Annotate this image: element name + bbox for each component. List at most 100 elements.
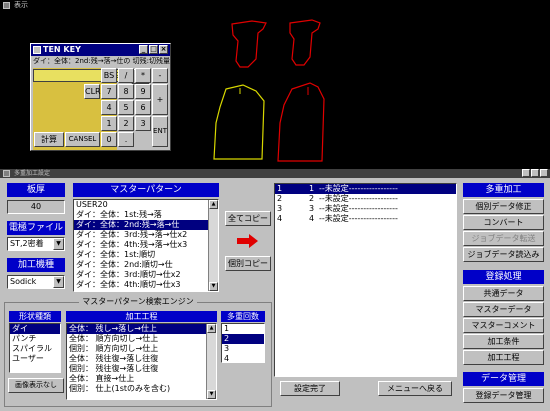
master-pattern-list[interactable]: USER20 ダイ：全体：1st:残→落 ダイ：全体：2nd:残→落→仕 ダイ：全体：… [73,199,219,292]
key-3[interactable]: 3 [135,116,151,131]
list-item[interactable]: ダイ [10,324,60,334]
list-item[interactable]: ダイ：全体：4th:残→落→仕x3 [74,240,218,250]
list-item[interactable]: 個別： 残往復→落し往復 [67,364,216,374]
copy-individual-button[interactable]: 個別コピー [225,256,271,271]
side-button[interactable]: 登録データ管理 [463,388,544,403]
list-item[interactable]: 個別： 仕上(1stのみを含む) [67,384,216,394]
close-button[interactable]: × [159,45,168,54]
tenkey-title: TEN KEY [43,45,81,54]
chevron-down-icon[interactable]: ▼ [53,238,64,250]
list-item[interactable]: ダイ：全体：3rd:残→落→仕x2 [74,230,218,240]
list-item[interactable]: ユーザー [10,354,60,364]
image-display-toggle-button[interactable]: 画像表示なし [8,378,64,393]
maximize-button[interactable]: □ [149,45,158,54]
back-to-menu-button[interactable]: メニューへ戻る [378,381,452,396]
side-button[interactable]: マスターデータ [463,302,544,317]
arrow-right-icon [237,234,258,248]
minimize-button[interactable] [522,169,530,177]
list-item[interactable]: ダイ：全体：2nd:順切→仕 [74,260,218,270]
red-punch-shape-right [289,19,321,66]
key-6[interactable]: 6 [135,100,151,115]
row-sub-number: 4 [309,214,315,223]
key-2[interactable]: 2 [118,116,134,131]
repeat-count-list[interactable]: 1234 [221,323,265,363]
key-enter[interactable]: ENT [152,116,168,147]
side-button[interactable]: 加工条件 [463,334,544,349]
calc-button[interactable]: 計算 [34,132,64,147]
list-item[interactable]: 2 [222,334,264,344]
side-button[interactable]: 加工工程 [463,350,544,365]
electrode-file-select[interactable]: ST,2密着 ▼ [7,237,65,251]
shape-type-list[interactable]: ダイ パンチ スパイラル ユーザー [9,323,61,373]
master-pattern-scrollbar[interactable]: ▲ ▼ [208,200,218,291]
process-list[interactable]: 全体： 残し→落し→仕上 全体： 順方向切し→仕上 個別： 順方向切し→仕上 全体： … [66,323,217,400]
key-slash[interactable]: / [118,68,134,83]
copy-all-button[interactable]: 全てコピー [225,211,271,226]
done-button[interactable]: 設定完了 [280,381,340,396]
list-item[interactable]: 1 [222,324,264,334]
key-plus[interactable]: + [152,84,168,115]
machine-type-select[interactable]: Sodick ▼ [7,275,65,289]
table-row[interactable]: 1 1 --未設定----------------- [275,184,456,194]
list-item[interactable]: 個別： 順方向切し→仕上 [67,344,216,354]
master-pattern-header: マスターパターン [73,183,219,197]
list-item[interactable]: ダイ：全体：1st:順切 [74,250,218,260]
register-header: 登録処理 [463,270,544,284]
key-dot[interactable]: . [118,132,134,147]
list-item[interactable]: 3 [222,344,264,354]
scroll-down-button[interactable]: ▼ [207,390,216,399]
scroll-up-button[interactable]: ▲ [207,324,216,333]
plate-thickness-value[interactable]: 40 [7,200,65,214]
list-item[interactable]: ダイ：全体：4th:順切→仕x3 [74,280,218,290]
table-row[interactable]: 4 4 --未設定----------------- [275,214,456,224]
chevron-down-icon[interactable]: ▼ [53,276,64,288]
key-minus[interactable]: - [152,68,168,83]
list-item[interactable]: ダイ：全体：2nd:残→落→仕 [74,220,218,230]
list-item[interactable]: 全体： 残往復→落し往復 [67,354,216,364]
settings-list[interactable]: 1 1 --未設定----------------- 2 2 --未設定---------… [274,183,457,377]
list-item[interactable]: ダイ：全体：1st:残→落 [74,210,218,220]
side-button[interactable]: マスターコメント [463,318,544,333]
side-button[interactable]: ジョブデータ転送 [463,231,544,246]
side-button[interactable]: ジョブデータ読込み [463,247,544,262]
key-9[interactable]: 9 [135,84,151,99]
row-number: 2 [277,194,283,203]
list-item[interactable]: 全体： 順方向切し→仕上 [67,334,216,344]
key-1[interactable]: 1 [101,116,117,131]
scroll-up-button[interactable]: ▲ [209,200,218,209]
tenkey-titlebar[interactable]: TEN KEY _ □ × [31,44,170,56]
key-7[interactable]: 7 [101,84,117,99]
table-row[interactable]: 2 2 --未設定----------------- [275,194,456,204]
key-5[interactable]: 5 [118,100,134,115]
main-window-title: 多重加工設定 [14,170,51,177]
close-button[interactable] [540,169,548,177]
electrode-file-value: ST,2密着 [10,239,44,248]
scroll-down-button[interactable]: ▼ [209,282,218,291]
list-item[interactable]: ダイ：全体：3rd:順切→仕x2 [74,270,218,280]
electrode-file-header: 電極ファイル [7,221,65,235]
tenkey-subtitle: ダイ：全体：2nd:残→落→仕の 切残:切残量 = [33,57,170,65]
cancel-button[interactable]: CANSEL [65,132,100,147]
key-multiply[interactable]: * [135,68,151,83]
list-item[interactable]: スパイラル [10,344,60,354]
list-item[interactable]: USER20 [74,200,218,210]
process-scrollbar[interactable]: ▲ ▼ [206,324,216,399]
key-bs[interactable]: BS [101,68,117,83]
key-0[interactable]: 0 [101,132,117,147]
list-item[interactable]: 4 [222,354,264,362]
machine-type-value: Sodick [10,277,37,286]
key-clear[interactable]: CLR [84,84,101,99]
minimize-button[interactable]: _ [139,45,148,54]
repeat-count-rows: 1234 [222,324,264,362]
side-button[interactable]: 個別データ修正 [463,199,544,214]
list-item[interactable]: 全体： 残し→落し→仕上 [67,324,216,334]
side-button[interactable]: 共通データ [463,286,544,301]
key-8[interactable]: 8 [118,84,134,99]
key-4[interactable]: 4 [101,100,117,115]
list-item[interactable]: 全体： 直接→仕上 [67,374,216,384]
list-item[interactable]: パンチ [10,334,60,344]
side-button[interactable]: コンバート [463,215,544,230]
red-die-shape [277,82,325,162]
table-row[interactable]: 3 3 --未設定----------------- [275,204,456,214]
maximize-button[interactable] [531,169,539,177]
